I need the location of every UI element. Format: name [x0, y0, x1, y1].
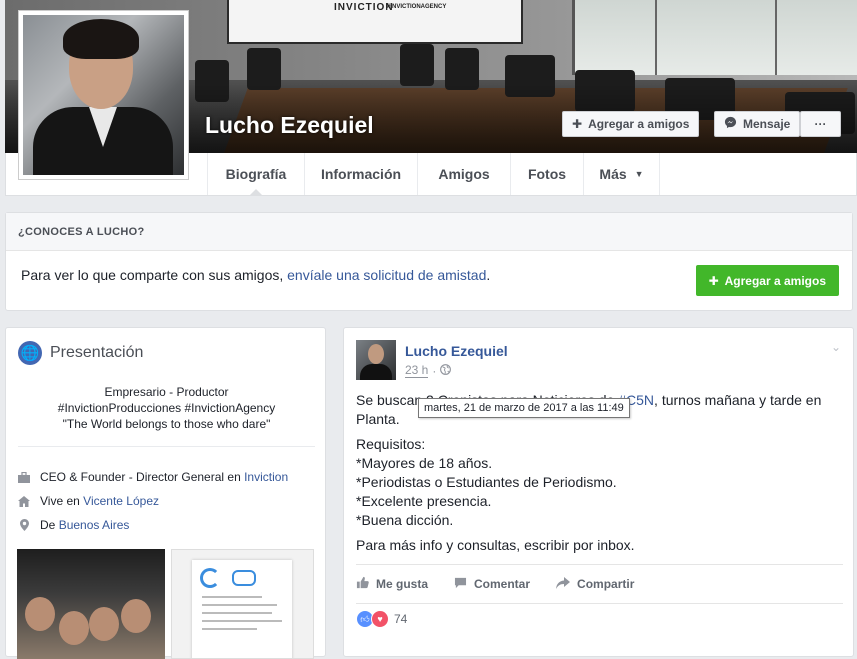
profile-picture[interactable] — [18, 10, 189, 180]
comment-icon — [454, 577, 467, 592]
more-options-icon: ··· — [814, 117, 827, 131]
tab-label: Amigos — [438, 166, 490, 182]
know-text-suffix: . — [486, 267, 491, 283]
message-label: Mensaje — [743, 117, 791, 131]
caret-down-icon: ▼ — [634, 169, 644, 179]
tab-biography[interactable]: Biografía — [207, 153, 304, 195]
post-author[interactable]: Lucho Ezequiel — [405, 343, 508, 359]
lives-row: Vive en Vicente López — [18, 494, 159, 508]
add-friend-button[interactable]: ✚ Agregar a amigos — [562, 111, 700, 137]
tab-information[interactable]: Información — [304, 153, 417, 195]
intro-bio: Empresario - Productor #InvictionProducc… — [18, 384, 315, 447]
know-person-header: ¿CONOCES A LUCHO? — [6, 213, 852, 251]
tab-label: Información — [320, 166, 402, 182]
cover-tag-text: #INVICTIONAGENCY — [387, 4, 447, 10]
post-actions: Me gusta Comentar Compartir — [356, 564, 843, 604]
know-text-prefix: Para ver lo que comparte con sus amigos, — [21, 267, 288, 283]
add-friend-green-button[interactable]: ✚ Agregar a amigos — [695, 265, 839, 296]
bio-line: Empresario - Productor — [104, 385, 229, 399]
home-icon — [18, 495, 30, 507]
requirement-item: *Excelente presencia. — [356, 493, 492, 509]
add-friend-label: Agregar a amigos — [588, 117, 690, 131]
share-label: Compartir — [577, 577, 635, 591]
from-link[interactable]: Buenos Aires — [59, 518, 130, 532]
cover-chair — [400, 44, 434, 86]
share-arrow-icon — [556, 576, 571, 592]
post-paragraph: Para más info y consultas, escribir por … — [356, 537, 635, 553]
cover-brand-text: INVICTION — [334, 2, 394, 13]
profile-photo — [23, 15, 184, 175]
add-friend-icon: ✚ — [572, 117, 583, 131]
from-text: De — [40, 518, 56, 532]
bio-line: "The World belongs to those who dare" — [62, 417, 271, 431]
reaction-count: 74 — [394, 612, 408, 626]
post-paragraph: Requisitos: *Mayores de 18 años. *Period… — [356, 435, 843, 530]
requirement-item: *Buena dicción. — [356, 512, 454, 528]
messenger-icon — [724, 116, 737, 132]
tab-friends[interactable]: Amigos — [417, 153, 510, 195]
thumbs-up-icon — [356, 576, 369, 592]
briefcase-icon — [18, 471, 30, 483]
send-request-link[interactable]: envíale una solicitud de amistad — [287, 267, 486, 283]
public-globe-icon — [440, 363, 452, 378]
location-pin-icon — [18, 519, 30, 531]
tab-label: Fotos — [527, 166, 567, 182]
cover-window — [572, 0, 857, 75]
post-card: Lucho Ezequiel 23 h · ⌄ Se buscan 2 Cron… — [343, 327, 854, 657]
like-button[interactable]: Me gusta — [356, 576, 428, 592]
comment-button[interactable]: Comentar — [454, 577, 530, 592]
intro-title: Presentación — [50, 344, 144, 361]
add-friend-icon: ✚ — [708, 273, 719, 288]
tab-label: Biografía — [225, 166, 287, 182]
cover-screen: INVICTION #INVICTIONAGENCY — [227, 0, 523, 44]
work-row: CEO & Founder - Director General en Invi… — [18, 470, 288, 484]
lives-link[interactable]: Vicente López — [83, 494, 159, 508]
tab-label: Más — [599, 166, 627, 182]
reactions-summary[interactable]: 👍︎ ♥ 74 — [356, 610, 407, 628]
share-button[interactable]: Compartir — [556, 576, 635, 592]
know-person-text: Para ver lo que comparte con sus amigos,… — [21, 267, 490, 283]
from-row: De Buenos Aires — [18, 518, 129, 532]
like-label: Me gusta — [376, 577, 429, 591]
tab-more[interactable]: Más ▼ — [583, 153, 660, 195]
requirement-item: *Mayores de 18 años. — [356, 455, 493, 471]
lives-text: Vive en — [40, 494, 80, 508]
author-avatar[interactable] — [356, 340, 396, 380]
post-meta: 23 h · — [405, 363, 452, 378]
know-person-box: ¿CONOCES A LUCHO? Para ver lo que compar… — [5, 212, 853, 311]
profile-name[interactable]: Lucho Ezequiel — [205, 112, 374, 139]
chevron-down-icon[interactable]: ⌄ — [831, 340, 841, 354]
intro-card: 🌐 Presentación Empresario - Productor #I… — [5, 327, 326, 659]
timestamp-tooltip: martes, 21 de marzo de 2017 a las 11:49 — [418, 398, 630, 418]
tab-photos[interactable]: Fotos — [510, 153, 583, 195]
separator-dot: · — [432, 363, 437, 378]
work-link[interactable]: Inviction — [244, 470, 288, 484]
requirement-item: *Periodistas o Estudiantes de Periodismo… — [356, 474, 617, 490]
add-friend-green-label: Agregar a amigos — [724, 273, 826, 288]
heart-reaction-icon: ♥ — [371, 610, 389, 628]
post-timestamp[interactable]: 23 h — [405, 363, 429, 378]
work-text: CEO & Founder - Director General en — [40, 470, 241, 484]
document-image — [192, 560, 292, 658]
bio-line: #InvictionProducciones #InvictionAgency — [57, 401, 276, 415]
message-button[interactable]: Mensaje — [714, 111, 801, 137]
comment-label: Comentar — [474, 577, 531, 591]
globe-icon: 🌐 — [18, 341, 42, 365]
post-text: Requisitos: — [356, 436, 426, 452]
more-options-button[interactable]: ··· — [800, 111, 841, 137]
